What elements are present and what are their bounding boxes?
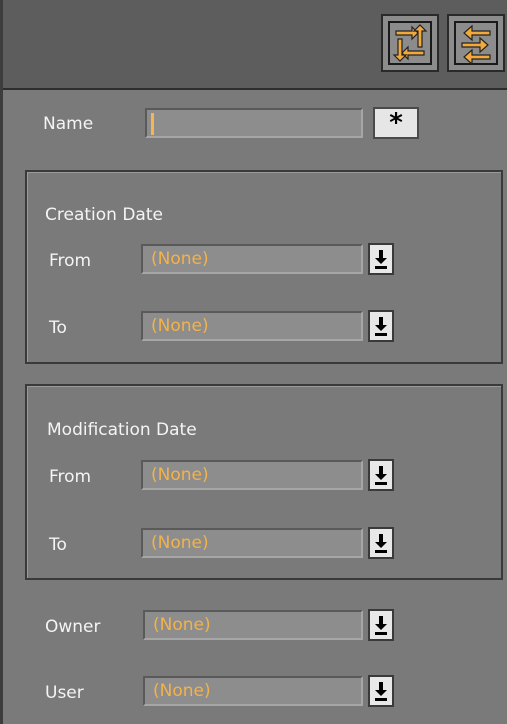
chevron-down-icon <box>375 250 387 269</box>
name-label: Name <box>43 114 94 134</box>
creation-to-dropdown-button[interactable] <box>368 310 394 342</box>
owner-select[interactable]: (None) <box>143 610 363 640</box>
search-filter-panel: Name * Creation Date From (None) To (Non… <box>0 0 507 724</box>
transfer-arrows-button[interactable] <box>447 14 505 72</box>
text-cursor <box>151 113 154 135</box>
modification-to-label: To <box>49 535 67 555</box>
modification-from-value: (None) <box>151 465 209 485</box>
user-value: (None) <box>153 681 211 701</box>
modification-from-label: From <box>49 467 92 487</box>
creation-from-value: (None) <box>151 249 209 269</box>
modification-from-select[interactable]: (None) <box>141 460 363 490</box>
owner-value: (None) <box>153 615 211 635</box>
modification-to-value: (None) <box>151 533 209 553</box>
transfer-arrows-icon <box>454 21 498 65</box>
chevron-down-icon <box>375 682 387 701</box>
modification-to-select[interactable]: (None) <box>141 528 363 558</box>
creation-from-label: From <box>49 251 92 271</box>
chevron-down-icon <box>375 534 387 553</box>
chevron-down-icon <box>375 616 387 635</box>
user-label: User <box>45 683 84 703</box>
chevron-down-icon <box>375 466 387 485</box>
creation-to-select[interactable]: (None) <box>141 311 363 341</box>
owner-dropdown-button[interactable] <box>368 609 394 641</box>
owner-label: Owner <box>45 617 101 637</box>
modification-from-dropdown-button[interactable] <box>368 459 394 491</box>
swap-arrows-icon <box>388 21 432 65</box>
swap-arrows-button[interactable] <box>381 14 439 72</box>
user-dropdown-button[interactable] <box>368 675 394 707</box>
user-select[interactable]: (None) <box>143 676 363 706</box>
creation-to-label: To <box>49 318 67 338</box>
creation-to-value: (None) <box>151 316 209 336</box>
creation-from-select[interactable]: (None) <box>141 244 363 274</box>
wildcard-button[interactable]: * <box>373 107 419 139</box>
creation-from-dropdown-button[interactable] <box>368 243 394 275</box>
modification-date-title: Modification Date <box>47 420 197 440</box>
modification-to-dropdown-button[interactable] <box>368 527 394 559</box>
creation-date-title: Creation Date <box>45 205 163 225</box>
name-input[interactable] <box>145 108 363 138</box>
toolbar <box>3 0 507 90</box>
chevron-down-icon <box>375 317 387 336</box>
